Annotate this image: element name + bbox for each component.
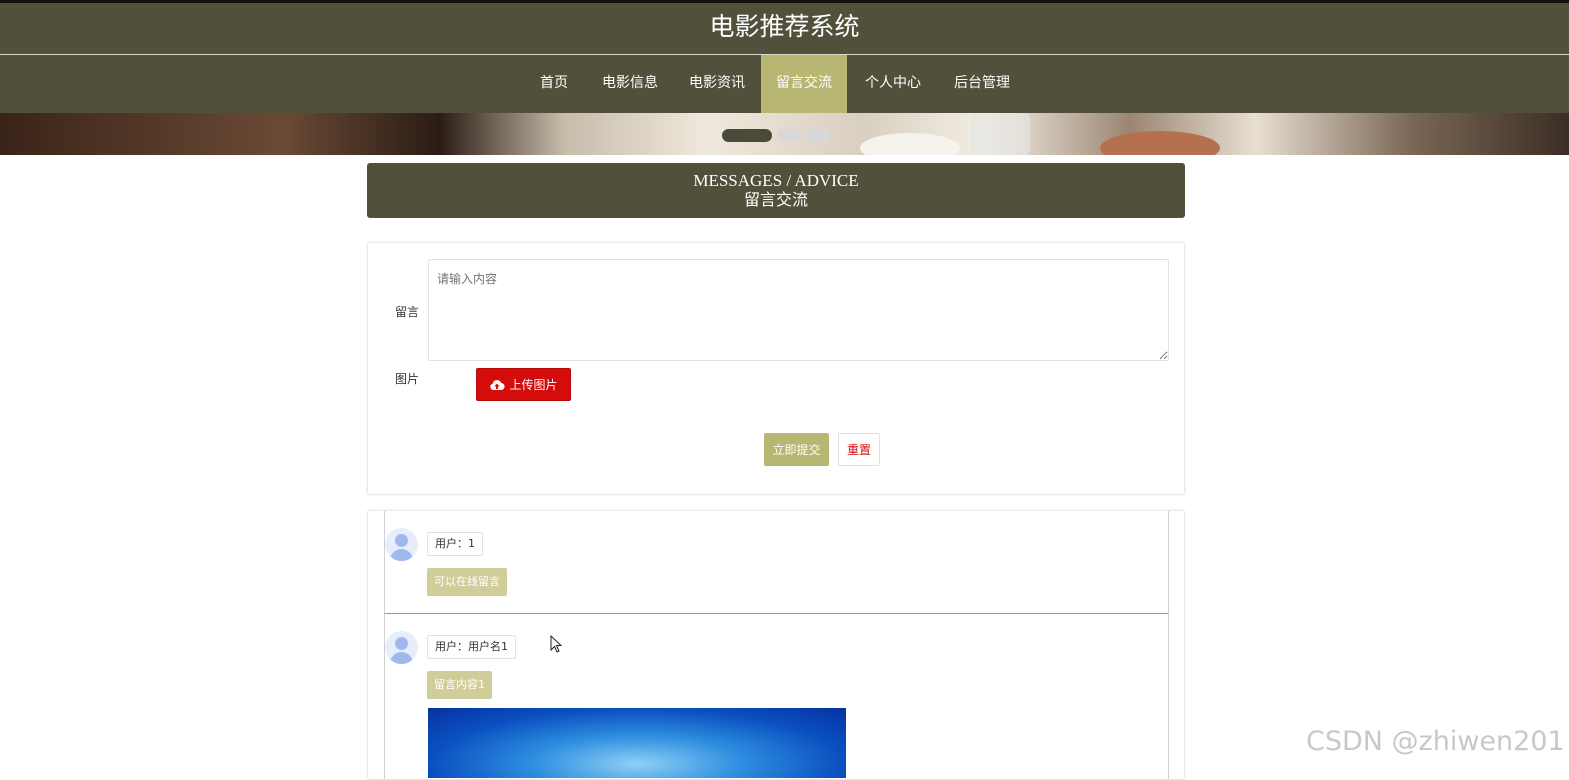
message-item: 用户：1 可以在线留言 <box>384 511 1169 614</box>
message-form: 留言 图片 上传图片 立即提交 重置 <box>367 242 1185 495</box>
message-image[interactable] <box>428 708 846 778</box>
upload-image-label: 上传图片 <box>509 378 558 392</box>
site-title: 电影推荐系统 <box>0 3 1569 54</box>
message-content: 可以在线留言 <box>427 568 507 596</box>
message-content: 留言内容1 <box>427 671 492 699</box>
message-user: 用户：用户名1 <box>427 635 516 659</box>
section-title-cn: 留言交流 <box>743 192 808 209</box>
carousel-dot-2[interactable] <box>777 129 801 142</box>
message-item: 用户：用户名1 留言内容1 <box>384 614 1169 779</box>
carousel-dot-1[interactable] <box>722 129 772 142</box>
avatar <box>385 528 418 561</box>
main-nav: 首页 电影信息 电影资讯 留言交流 个人中心 后台管理 <box>0 55 1569 113</box>
message-input[interactable] <box>428 259 1169 361</box>
message-user: 用户：1 <box>427 532 483 556</box>
banner-image-detail <box>860 133 960 155</box>
nav-item-personal-center[interactable]: 个人中心 <box>858 55 928 113</box>
nav-item-movie-info[interactable]: 电影信息 <box>595 55 665 113</box>
image-label: 图片 <box>395 372 420 386</box>
section-title-en: MESSAGES / ADVICE <box>693 171 859 190</box>
nav-item-admin[interactable]: 后台管理 <box>947 55 1017 113</box>
mouse-cursor-icon <box>550 635 563 653</box>
cloud-upload-icon <box>490 379 506 390</box>
banner-image-detail <box>970 113 1030 155</box>
message-list: 用户：1 可以在线留言 用户：用户名1 留言内容1 <box>367 510 1185 780</box>
reset-button[interactable]: 重置 <box>838 433 880 466</box>
carousel-dot-3[interactable] <box>806 129 830 142</box>
nav-item-movie-news[interactable]: 电影资讯 <box>682 55 752 113</box>
message-label: 留言 <box>395 305 420 319</box>
nav-item-messages[interactable]: 留言交流 <box>761 55 847 113</box>
avatar <box>385 631 418 664</box>
section-header: MESSAGES / ADVICE 留言交流 <box>367 163 1185 218</box>
submit-button[interactable]: 立即提交 <box>764 433 829 466</box>
upload-image-button[interactable]: 上传图片 <box>476 368 571 401</box>
banner-image-detail <box>1100 131 1220 155</box>
watermark: CSDN @zhiwen201 <box>1306 726 1565 757</box>
nav-item-home[interactable]: 首页 <box>528 55 580 113</box>
